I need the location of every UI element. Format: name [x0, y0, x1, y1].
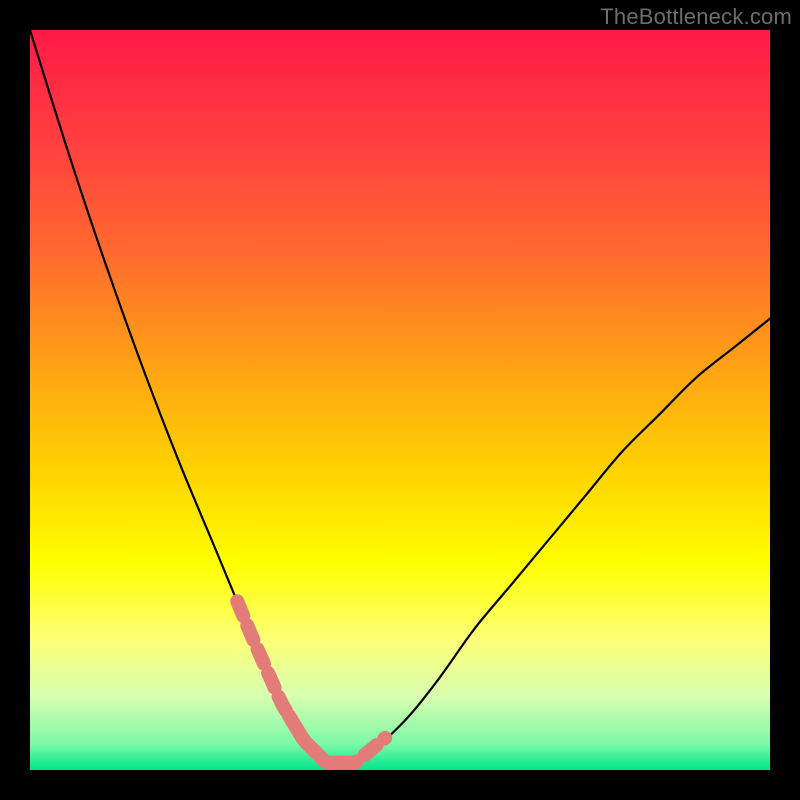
outer-frame: TheBottleneck.com	[0, 0, 800, 800]
watermark-text: TheBottleneck.com	[600, 4, 792, 30]
plot-area	[30, 30, 770, 770]
highlight-segment	[237, 601, 289, 715]
highlight-group	[237, 601, 385, 762]
highlight-segment	[289, 716, 341, 763]
curve-layer	[30, 30, 770, 770]
bottleneck-curve-path	[30, 30, 770, 766]
highlight-segment	[341, 738, 385, 763]
